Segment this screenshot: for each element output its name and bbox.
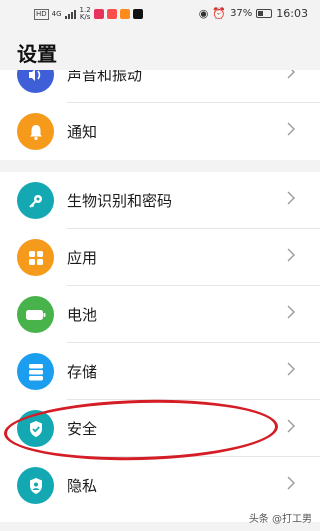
settings-item-label: 声音和振动 (67, 70, 143, 84)
signal-icon (64, 9, 76, 19)
settings-item-security[interactable]: 安全 (0, 400, 320, 457)
status-bar: HD 4G 1.2 K/s ◉ ⏰ 37% 16:03 (0, 0, 320, 28)
settings-item-apps[interactable]: 应用 (0, 229, 320, 286)
network-label: 4G (51, 10, 62, 18)
settings-item-label: 安全 (67, 420, 98, 438)
play-app-icon (119, 9, 130, 19)
status-left: HD 4G 1.2 K/s (34, 7, 143, 21)
settings-item-battery[interactable]: 电池 (0, 286, 320, 343)
speaker-icon (17, 70, 54, 93)
settings-item-notifications[interactable]: 通知 (0, 103, 320, 160)
chevron-right-icon (287, 476, 295, 490)
chevron-right-icon (287, 191, 295, 205)
shield-icon (17, 410, 54, 447)
chevron-right-icon (287, 70, 295, 79)
chevron-right-icon (287, 419, 295, 433)
settings-item-label: 电池 (67, 306, 98, 324)
settings-item-label: 生物识别和密码 (67, 192, 173, 210)
settings-item-privacy[interactable]: 隐私 (0, 457, 320, 514)
settings-item-label: 隐私 (67, 477, 98, 495)
settings-group-system: 生物识别和密码 应用 电池 存储 安全 隐私 (0, 172, 320, 522)
tiktok-app-icon (132, 9, 143, 19)
chevron-right-icon (287, 248, 295, 262)
hd-badge: HD (34, 8, 49, 20)
settings-item-sound[interactable]: 声音和振动 (0, 70, 320, 103)
alarm-icon: ⏰ (212, 7, 227, 20)
eye-comfort-icon: ◉ (198, 7, 209, 20)
storage-icon (17, 353, 54, 390)
chevron-right-icon (287, 122, 295, 136)
page-title: 设置 (17, 42, 57, 66)
settings-item-label: 通知 (67, 123, 98, 141)
chevron-right-icon (287, 362, 295, 376)
settings-group-sound-notify: 声音和振动 通知 (0, 70, 320, 160)
privacy-icon (17, 467, 54, 504)
battery-percent: 37% (230, 8, 253, 19)
watermark: 头条 @打工男 (248, 514, 312, 525)
settings-item-biometrics[interactable]: 生物识别和密码 (0, 172, 320, 229)
chevron-right-icon (287, 305, 295, 319)
settings-item-storage[interactable]: 存储 (0, 343, 320, 400)
settings-item-label: 应用 (67, 249, 98, 267)
clock: 16:03 (276, 7, 308, 20)
status-right: ◉ ⏰ 37% 16:03 (199, 7, 308, 20)
battery-icon (17, 296, 54, 333)
media-app-icon (106, 9, 117, 19)
settings-item-label: 存储 (67, 363, 98, 381)
net-speed: 1.2 K/s (80, 7, 91, 21)
bell-icon (17, 113, 54, 150)
net-speed-unit: K/s (79, 13, 91, 21)
key-icon (17, 182, 54, 219)
video-app-icon (93, 9, 104, 19)
battery-status-icon (256, 9, 273, 18)
apps-grid-icon (17, 239, 54, 276)
